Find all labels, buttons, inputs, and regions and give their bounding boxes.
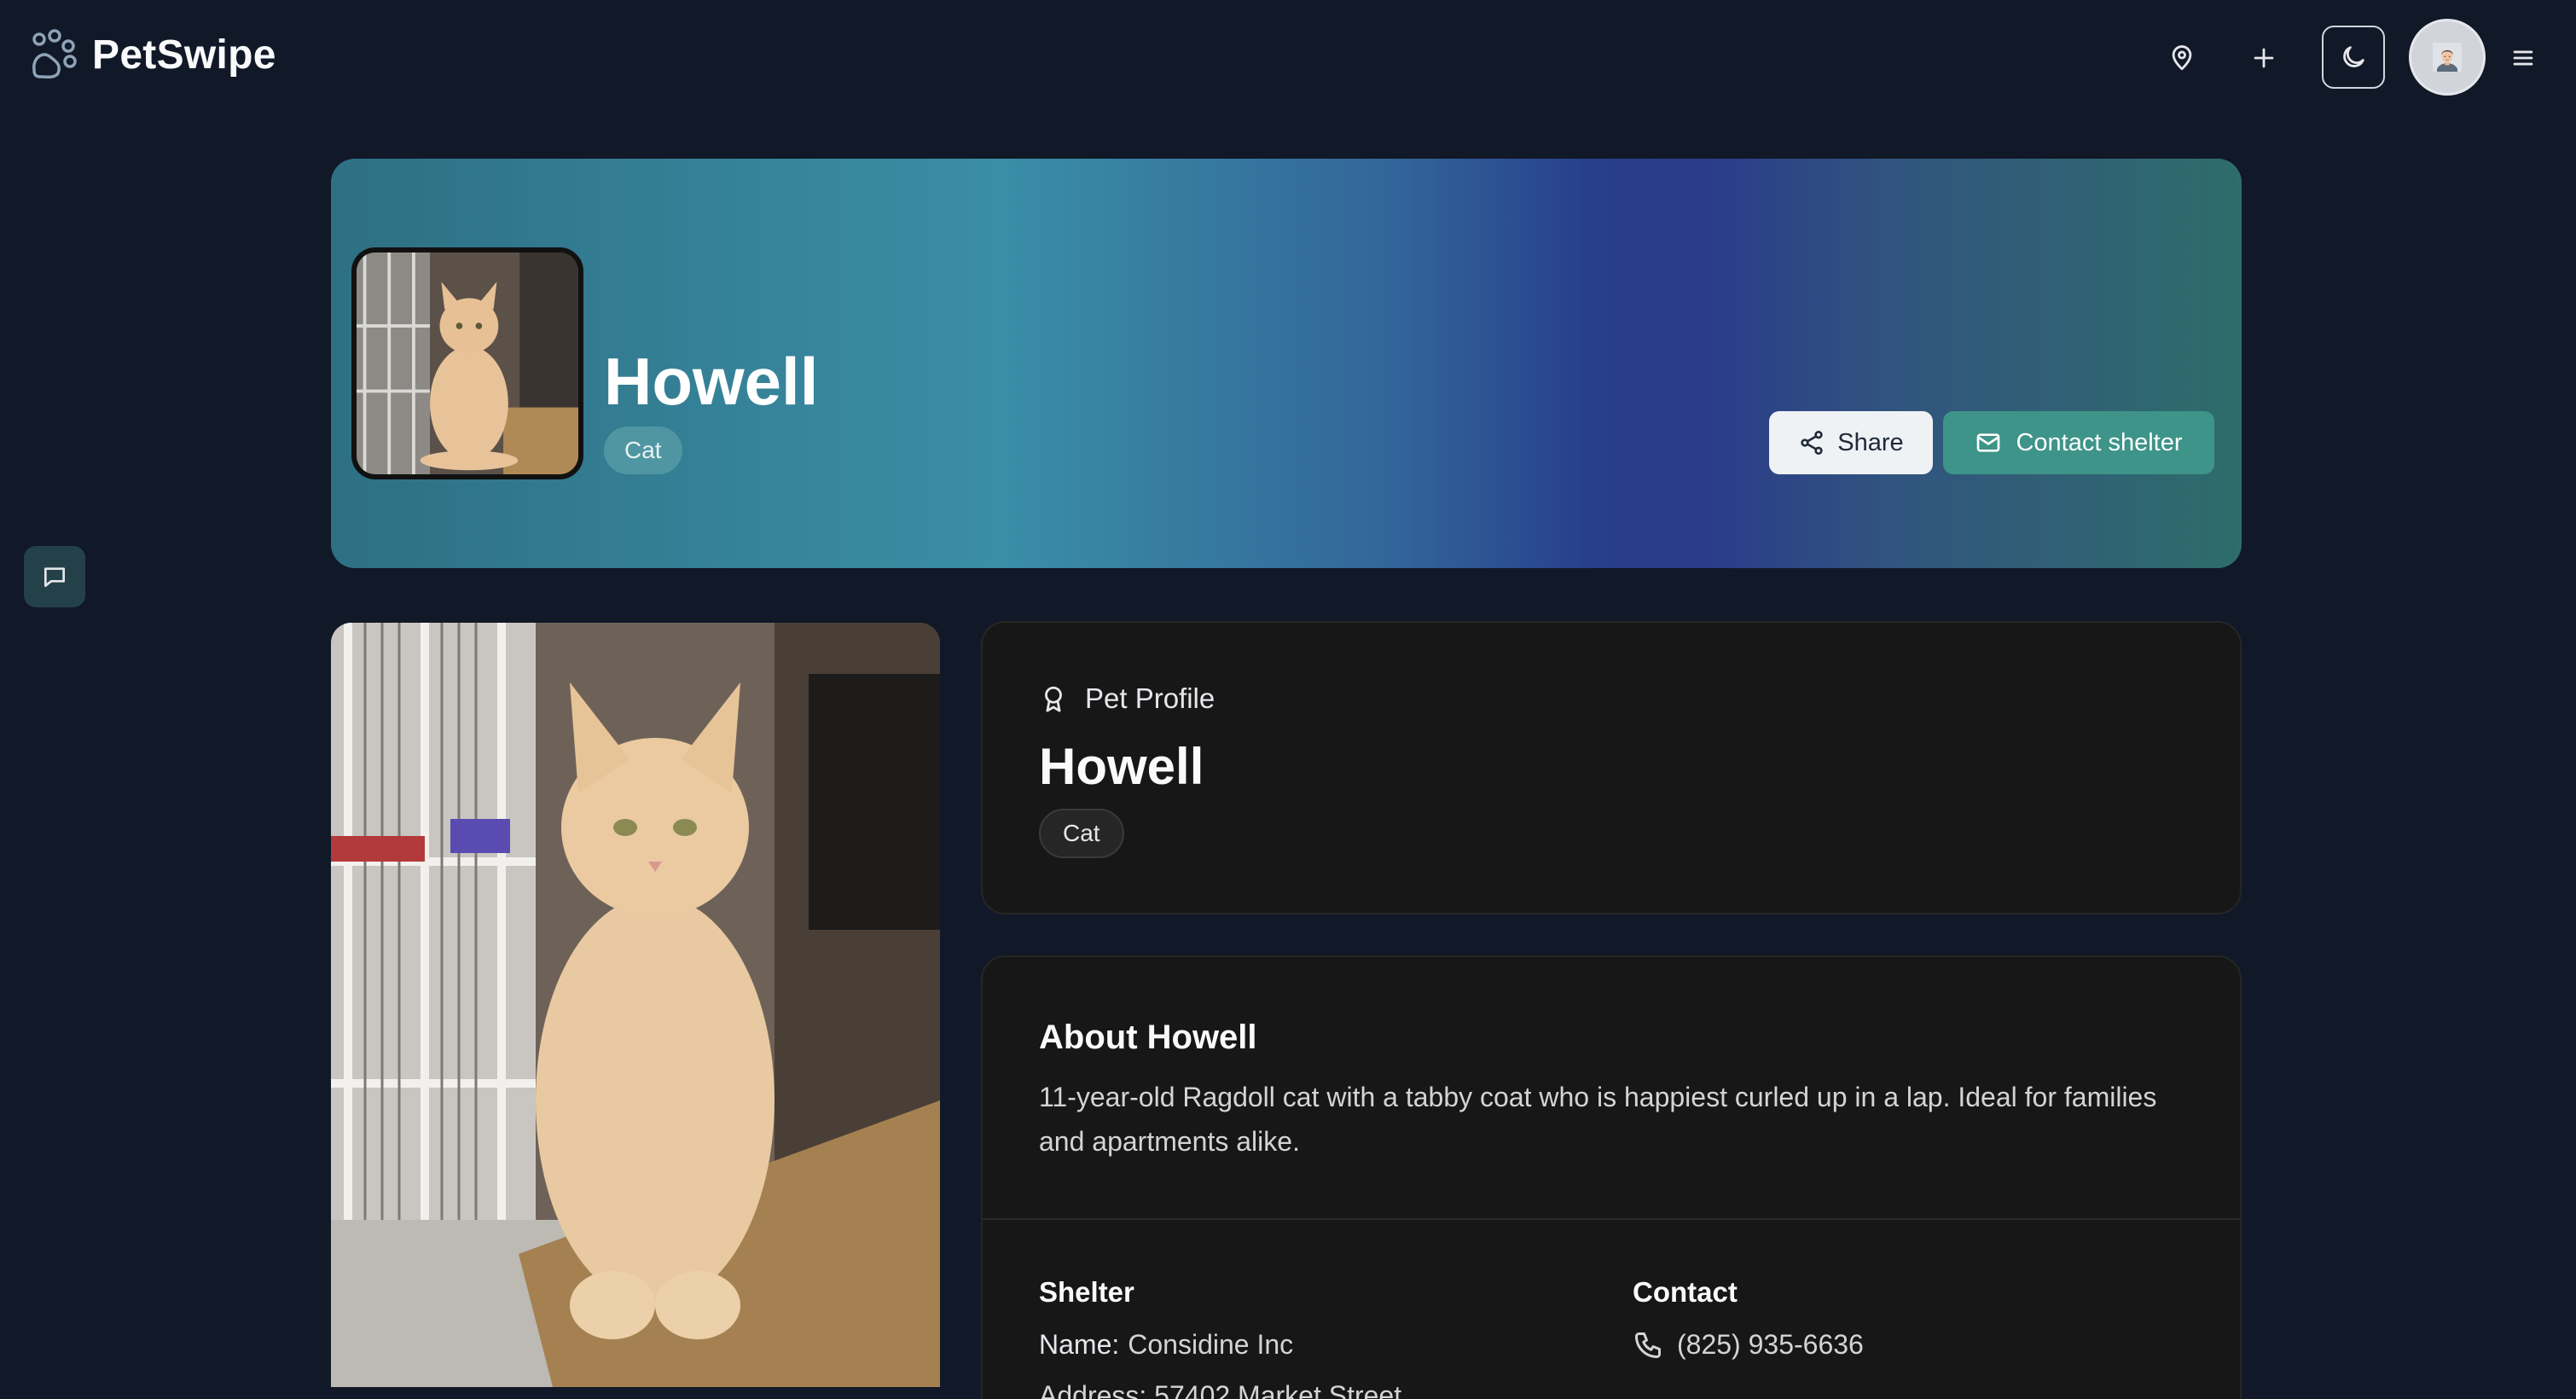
message-square-icon <box>44 567 65 587</box>
hero-pet-name: Howell <box>604 344 819 419</box>
profile-eyebrow: Pet Profile <box>1039 682 1215 715</box>
app-name: PetSwipe <box>92 32 276 78</box>
chat-button[interactable] <box>24 546 85 607</box>
map-pin-icon <box>2172 45 2192 71</box>
pet-main-photo <box>331 623 940 1387</box>
main-menu-button[interactable] <box>2499 34 2547 82</box>
contact-heading: Contact <box>1633 1276 1738 1308</box>
shelter-address-value: 57402 Market Street <box>1154 1380 1402 1399</box>
paw-icon <box>32 29 77 79</box>
location-button[interactable] <box>2158 34 2206 82</box>
phone-icon <box>1635 1332 1661 1358</box>
share-label: Share <box>1837 428 1904 456</box>
shelter-name-value: Considine Inc <box>1128 1329 1294 1360</box>
profile-species-badge: Cat <box>1039 809 1124 858</box>
shelter-address-label: Address: <box>1039 1380 1147 1399</box>
mail-icon <box>1977 433 2000 452</box>
pet-thumbnail-image <box>357 253 578 474</box>
share-button[interactable]: Share <box>1769 411 1933 474</box>
shelter-address-row: Address: 57402 Market Street <box>1039 1380 1401 1399</box>
about-description: 11-year-old Ragdoll cat with a tabby coa… <box>1039 1082 2157 1157</box>
user-avatar-button[interactable] <box>2409 19 2486 96</box>
contact-shelter-label: Contact shelter <box>2016 428 2183 456</box>
pet-profile-card: Pet Profile Howell Cat <box>981 621 2242 914</box>
about-title: About Howell <box>1039 1019 1257 1056</box>
pet-profile-page: PetSwipe Howell Cat Share Contact shelte… <box>0 0 2576 1399</box>
contact-phone: (825) 935-6636 <box>1677 1329 1864 1360</box>
about-card: About Howell 11-year-old Ragdoll cat wit… <box>981 955 2242 1399</box>
contact-phone-link[interactable]: (825) 935-6636 <box>1633 1329 1864 1361</box>
shelter-name-label: Name: <box>1039 1329 1120 1360</box>
pet-photo-image <box>331 623 940 1387</box>
pet-thumbnail <box>351 247 583 479</box>
top-navigation: PetSwipe <box>0 0 2576 113</box>
shelter-heading: Shelter <box>1039 1276 1134 1308</box>
hero-banner: Howell Cat Share Contact shelter <box>331 159 2242 568</box>
about-divider <box>983 1218 2240 1220</box>
theme-toggle-button[interactable] <box>2322 26 2385 89</box>
award-ribbon-icon <box>1045 686 1062 712</box>
share-icon <box>1801 431 1823 455</box>
profile-pet-name: Howell <box>1039 738 1204 795</box>
hamburger-menu-icon <box>2513 50 2533 66</box>
add-pet-button[interactable] <box>2240 34 2288 82</box>
plus-icon <box>2254 48 2274 68</box>
brand-logo-link[interactable]: PetSwipe <box>24 27 276 82</box>
profile-eyebrow-label: Pet Profile <box>1085 682 1215 714</box>
shelter-name-row: Name: Considine Inc <box>1039 1329 1293 1361</box>
hero-species-badge: Cat <box>604 427 682 474</box>
moon-icon <box>2343 46 2364 67</box>
avatar <box>2433 43 2462 72</box>
contact-shelter-button[interactable]: Contact shelter <box>1943 411 2214 474</box>
